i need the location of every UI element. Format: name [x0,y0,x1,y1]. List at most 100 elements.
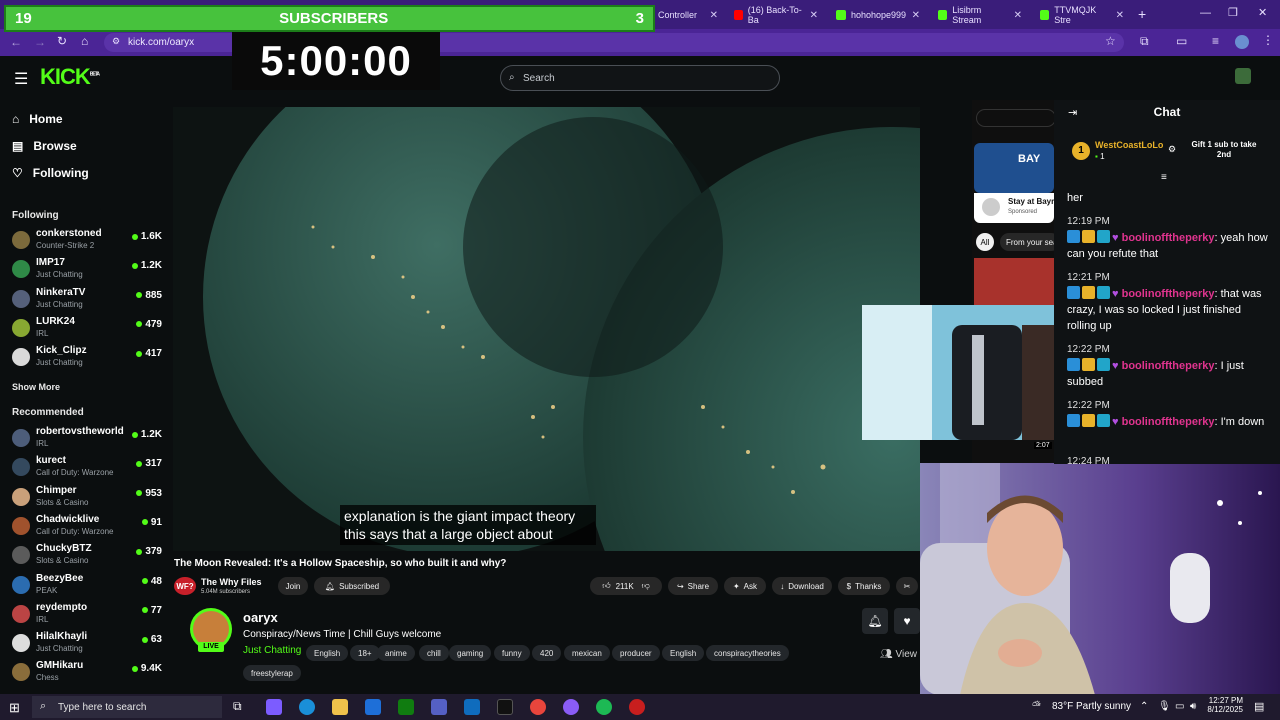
sidebar-channel[interactable]: robertovstheworld IRL 1.2K [12,426,162,454]
network-icon[interactable]: ▭ [1175,701,1184,712]
pinned-username[interactable]: WestCoastLoLo [1095,140,1163,150]
close-icon[interactable]: ✕ [710,10,718,21]
sidebar-channel[interactable]: ChuckyBTZ Slots & Casino 379 [12,543,162,571]
extensions-icon[interactable]: ⧉ [1140,34,1149,49]
copilot-icon[interactable] [266,699,282,715]
like-button[interactable]: 👍︎ 211K 👎︎ [590,577,662,595]
file-explorer-icon[interactable] [332,699,348,715]
streamer-name[interactable]: oaryx [243,610,278,625]
stream-tag[interactable]: funny [494,645,530,661]
stream-tag[interactable]: freestylerap [243,665,301,681]
sidebar-channel[interactable]: GMHikaru Chess 9.4K [12,660,162,688]
bookmark-star-icon[interactable]: ☆ [1105,34,1116,48]
browser-tab[interactable]: (16) Back-To-Ba ✕ [728,4,824,26]
chat-username[interactable]: boolinofftheperky [1122,360,1215,372]
task-view-icon[interactable]: ⧉ [233,699,249,715]
browser-tab[interactable]: hohohope999 ✕ [830,4,926,26]
stream-tag[interactable]: English [662,645,705,661]
chip-from-search[interactable]: From your sea [1000,233,1054,251]
search-input[interactable]: ⌕ Search [500,65,780,91]
browser-tab[interactable]: Controller ✕ [652,4,724,26]
stream-tag[interactable]: anime [377,645,415,661]
browser-tab[interactable]: TTVMQJK Stre ✕ [1034,4,1130,26]
chat-username[interactable]: boolinofftheperky [1122,232,1215,244]
reload-icon[interactable]: ↻ [57,34,67,48]
mic-icon[interactable]: 🎙︎ [1158,701,1171,712]
taskbar-search[interactable]: ⌕ Type here to search [32,696,222,718]
volume-icon[interactable]: 🔊︎ [1190,701,1196,712]
stream-tag[interactable]: chill [419,645,449,661]
show-more-link[interactable]: Show More [12,382,60,392]
home-icon[interactable]: ⌂ [81,34,88,48]
stream-tag[interactable]: conspiracytheories [706,645,789,661]
sidebar-channel[interactable]: Chimper Slots & Casino 953 [12,485,162,513]
app-icon[interactable] [629,699,645,715]
notification-bell-icon[interactable]: 🔔︎ [862,608,888,634]
stream-tag[interactable]: gaming [449,645,492,661]
stream-tag[interactable]: 18+ [350,645,380,661]
sidebar-channel[interactable]: conkerstoned Counter-Strike 2 1.6K [12,228,162,256]
stream-tag[interactable]: mexican [564,645,610,661]
clip-button[interactable]: ✂ [896,577,918,595]
channel-name[interactable]: The Why Files [201,577,262,587]
sidebar-channel[interactable]: LURK24 IRL 479 [12,316,162,344]
join-button[interactable]: Join [278,577,308,595]
stream-tag[interactable]: producer [612,645,660,661]
download-button[interactable]: ↓ Download [772,577,832,595]
channel-avatar[interactable]: WF? [174,577,196,595]
site-info-icon[interactable]: ⚙ [112,36,120,47]
stream-tag[interactable]: 420 [532,645,562,661]
ad-thumbnail[interactable]: BAY [974,143,1054,193]
kick-logo[interactable]: KICKBETA [40,64,100,90]
store-icon[interactable] [365,699,381,715]
sidebar-channel[interactable]: IMP17 Just Chatting 1.2K [12,257,162,285]
sidebar-channel[interactable]: Kick_Clipz Just Chatting 417 [12,345,162,373]
chrome-icon[interactable] [530,699,546,715]
stream-tag[interactable]: English [306,645,349,661]
close-icon[interactable]: ✕ [810,10,818,21]
stream-category[interactable]: Just Chatting [243,645,301,656]
close-icon[interactable]: ✕ [912,10,920,21]
nav-browse[interactable]: ▤ Browse [12,139,77,153]
chip-all[interactable]: All [976,233,994,251]
gift-sub-text[interactable]: Gift 1 sub to take 2nd [1184,140,1264,160]
back-icon[interactable]: ← [10,35,22,49]
edge-icon[interactable] [299,699,315,715]
chat-filter-icon[interactable]: ≡ [1161,172,1167,183]
sidebar-channel[interactable]: BeezyBee PEAK 48 [12,573,162,601]
minimize-icon[interactable]: — [1200,7,1211,19]
new-tab-icon[interactable]: + [1138,6,1146,22]
forward-icon[interactable]: → [34,35,46,49]
restore-icon[interactable]: ❐ [1228,6,1238,19]
browser-tab[interactable]: Lisibrm Stream ✕ [932,4,1028,26]
video-thumbnail[interactable] [974,258,1054,306]
thumb-down-icon[interactable]: 👎︎ [642,581,650,591]
nav-following[interactable]: ♡ Following [12,166,89,180]
follow-heart-icon[interactable]: ♥ [894,608,920,634]
games-icon[interactable] [431,699,447,715]
subscribed-button[interactable]: 🔔︎ Subscribed [314,577,390,595]
chat-username[interactable]: boolinofftheperky [1122,288,1215,300]
outlook-icon[interactable] [464,699,480,715]
user-avatar[interactable] [1235,68,1251,84]
ad-card[interactable]: Stay at Bayr Sponsored [974,193,1054,223]
sidebar-channel[interactable]: kurect Call of Duty: Warzone 317 [12,455,162,483]
menu-icon[interactable]: ☰ [14,69,28,89]
tray-chevron-icon[interactable]: ⌃ [1140,701,1148,712]
sidebar-channel[interactable]: Chadwicklive Call of Duty: Warzone 91 [12,514,162,542]
nav-home[interactable]: ⌂ Home [12,112,63,126]
close-icon[interactable]: ✕ [1014,10,1022,21]
video-player[interactable] [173,107,920,551]
windows-start-icon[interactable]: ⊞ [9,700,20,716]
gift-sub-icon[interactable]: ⚙ [1168,144,1176,155]
profile-avatar[interactable] [1235,35,1249,49]
sidebar-channel[interactable]: NinkeraTV Just Chatting 885 [12,287,162,315]
weather-text[interactable]: 83°F Partly sunny [1052,701,1131,712]
xbox-icon[interactable] [398,699,414,715]
playlist-icon[interactable]: ≡ [1212,34,1219,48]
sidebar-channel[interactable]: reydempto IRL 77 [12,602,162,630]
thanks-button[interactable]: $ Thanks [838,577,890,595]
more-menu-icon[interactable]: ⋮ [1262,33,1274,47]
screen-cast-icon[interactable]: ▭ [1176,34,1187,48]
sidebar-channel[interactable]: HilalKhayli Just Chatting 63 [12,631,162,659]
